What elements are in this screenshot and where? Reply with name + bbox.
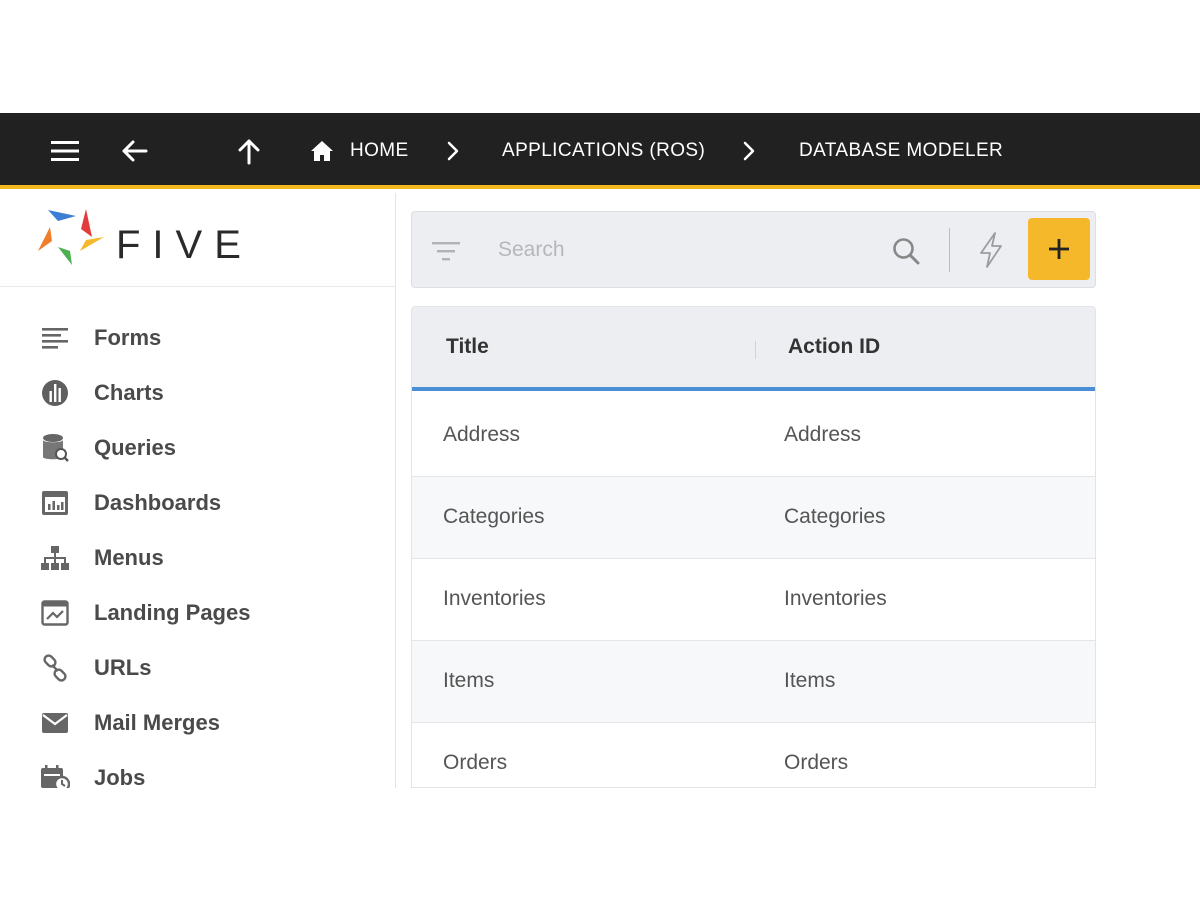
- breadcrumb-home[interactable]: HOME: [310, 113, 409, 189]
- charts-icon: [40, 378, 70, 408]
- sidebar-item-landing-pages[interactable]: Landing Pages: [0, 588, 395, 638]
- grid-header: Title Action ID: [412, 307, 1095, 391]
- up-button[interactable]: [229, 131, 269, 171]
- cell-action-id: Orders: [784, 751, 849, 774]
- breadcrumb-applications[interactable]: APPLICATIONS (ROS): [502, 113, 705, 189]
- table-row[interactable]: Address Address: [412, 395, 1095, 477]
- landing-pages-icon: [40, 598, 70, 628]
- cell-action-id: Categories: [784, 505, 886, 528]
- cell-title: Orders: [443, 751, 508, 774]
- hamburger-icon: [51, 141, 79, 161]
- five-logo-icon: [38, 209, 104, 265]
- breadcrumb-database-modeler[interactable]: DATABASE MODELER: [799, 113, 1003, 189]
- breadcrumb-label: HOME: [350, 140, 409, 161]
- filter-icon: [432, 242, 460, 261]
- cell-action-id: Inventories: [784, 587, 887, 610]
- chevron-right-icon: [737, 137, 761, 165]
- table-row[interactable]: Categories Categories: [412, 477, 1095, 559]
- column-header-action-id[interactable]: Action ID: [788, 335, 880, 359]
- sidebar-item-label: Charts: [94, 380, 164, 405]
- arrow-up-icon: [238, 139, 260, 165]
- logo-area: FIVE: [0, 193, 395, 287]
- sidebar-item-label: Forms: [94, 325, 162, 350]
- mail-merges-icon: [40, 708, 70, 738]
- search-input[interactable]: [498, 234, 878, 266]
- cell-title: Items: [443, 669, 495, 692]
- table-row[interactable]: Orders Orders: [412, 723, 1095, 787]
- quick-action-button[interactable]: [972, 230, 1010, 270]
- breadcrumb-label: DATABASE MODELER: [799, 140, 1004, 161]
- back-button[interactable]: [114, 131, 154, 171]
- sidebar-item-label: Landing Pages: [94, 600, 251, 625]
- search-icon: [893, 238, 920, 265]
- filter-button[interactable]: [428, 233, 464, 269]
- chevron-right-icon: [441, 137, 465, 165]
- sidebar-item-label: Mail Merges: [94, 710, 220, 735]
- app-window: HOME APPLICATIONS (ROS) DATABASE MODELER…: [0, 113, 1200, 788]
- sidebar-item-label: Dashboards: [94, 490, 222, 515]
- plus-icon: [1049, 239, 1069, 259]
- data-grid: Title Action ID Address Address Categori…: [411, 306, 1096, 788]
- column-header-title[interactable]: Title: [446, 335, 489, 359]
- cell-action-id: Items: [784, 669, 836, 692]
- sidebar-item-dashboards[interactable]: Dashboards: [0, 478, 395, 528]
- breadcrumb-label: APPLICATIONS (ROS): [502, 140, 706, 161]
- cell-title: Inventories: [443, 587, 546, 610]
- queries-icon: [40, 433, 70, 463]
- lightning-icon: [980, 232, 1002, 268]
- sidebar-item-jobs[interactable]: Jobs: [0, 753, 395, 788]
- home-icon: [311, 141, 333, 161]
- sidebar-item-label: Queries: [94, 435, 176, 460]
- dashboards-icon: [40, 488, 70, 518]
- menus-icon: [40, 543, 70, 573]
- sidebar-item-label: URLs: [94, 655, 152, 680]
- sidebar-item-queries[interactable]: Queries: [0, 423, 395, 473]
- sidebar: FIVE Forms Charts Queries Dashboards Men…: [0, 193, 396, 788]
- add-button[interactable]: [1028, 218, 1090, 280]
- sidebar-item-urls[interactable]: URLs: [0, 643, 395, 693]
- sidebar-item-label: Menus: [94, 545, 164, 570]
- table-row[interactable]: Inventories Inventories: [412, 559, 1095, 641]
- urls-icon: [40, 653, 70, 683]
- sidebar-item-label: Jobs: [94, 765, 146, 788]
- cell-title: Categories: [443, 505, 545, 528]
- sidebar-item-forms[interactable]: Forms: [0, 313, 395, 363]
- toolbar-divider: [949, 228, 950, 272]
- jobs-icon: [40, 763, 70, 788]
- cell-title: Address: [443, 423, 521, 446]
- search-toolbar: [411, 211, 1096, 288]
- forms-icon: [40, 323, 70, 353]
- sidebar-item-menus[interactable]: Menus: [0, 533, 395, 583]
- sidebar-item-mail-merges[interactable]: Mail Merges: [0, 698, 395, 748]
- search-button[interactable]: [887, 232, 925, 270]
- cell-action-id: Address: [784, 423, 862, 446]
- five-logo-text: FIVE: [116, 223, 253, 267]
- menu-button[interactable]: [45, 131, 85, 171]
- table-row[interactable]: Items Items: [412, 641, 1095, 723]
- top-bar: HOME APPLICATIONS (ROS) DATABASE MODELER: [0, 113, 1200, 189]
- column-resize-handle[interactable]: [755, 341, 756, 359]
- arrow-left-icon: [122, 140, 148, 162]
- sidebar-item-charts[interactable]: Charts: [0, 368, 395, 418]
